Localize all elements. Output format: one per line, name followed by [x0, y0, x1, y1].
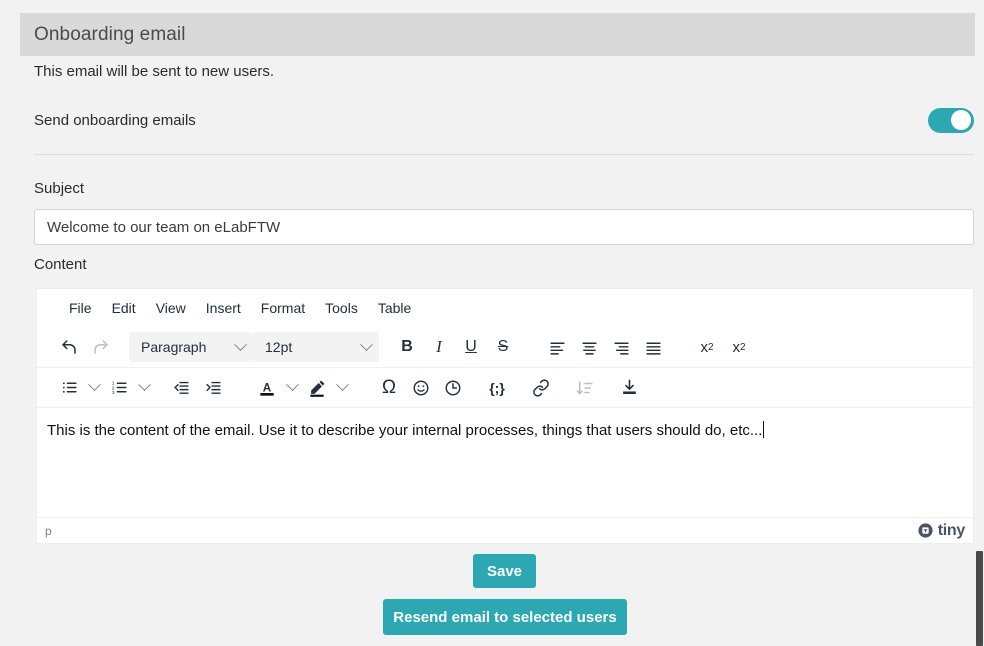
bullet-list-icon[interactable] [53, 373, 85, 403]
special-character-icon[interactable]: Ω [373, 373, 405, 403]
text-color-chevron-down-icon[interactable] [283, 373, 301, 403]
menu-table[interactable]: Table [368, 296, 421, 320]
editor-menubar: File Edit View Insert Format Tools Table [37, 289, 973, 327]
content-label: Content [34, 256, 87, 273]
undo-icon[interactable] [53, 332, 85, 362]
element-path[interactable]: p [45, 524, 52, 538]
italic-icon[interactable]: I [423, 332, 455, 362]
editor-toolbar-row-2: 1 2 3 A Ω {;} [37, 367, 973, 407]
subscript-exponent: 2 [739, 341, 746, 353]
svg-text:A: A [263, 381, 272, 394]
menu-file[interactable]: File [59, 296, 102, 320]
settings-page: Onboarding email This email will be sent… [0, 0, 984, 646]
tiny-branding-logo[interactable]: tiny [917, 522, 965, 540]
subject-label: Subject [34, 180, 85, 197]
align-left-icon[interactable] [541, 332, 573, 362]
text-caret [763, 421, 765, 438]
menu-view[interactable]: View [146, 296, 196, 320]
numbered-list-icon[interactable]: 1 2 3 [103, 373, 135, 403]
align-center-icon[interactable] [573, 332, 605, 362]
chevron-down-icon [360, 337, 373, 351]
tiny-logo-text: tiny [937, 521, 966, 539]
intro-description: This email will be sent to new users. [34, 63, 275, 80]
page-scrollbar-track[interactable] [975, 0, 984, 646]
font-size-select[interactable]: 12pt [253, 332, 379, 362]
underline-icon[interactable]: U [455, 332, 487, 362]
save-icon[interactable] [613, 373, 645, 403]
indent-icon[interactable] [197, 373, 229, 403]
subject-input[interactable] [34, 209, 974, 245]
font-size-value: 12pt [265, 339, 293, 355]
outdent-icon[interactable] [165, 373, 197, 403]
text-color-icon[interactable]: A [251, 373, 283, 403]
strikethrough-icon[interactable]: S [487, 332, 519, 362]
page-title: Onboarding email [34, 23, 186, 45]
align-justify-icon[interactable] [637, 332, 669, 362]
resend-email-button[interactable]: Resend email to selected users [383, 599, 627, 635]
align-right-icon[interactable] [605, 332, 637, 362]
superscript-base: x [700, 338, 708, 356]
highlight-pen-icon[interactable] [301, 373, 333, 403]
save-button[interactable]: Save [473, 554, 536, 588]
bold-icon[interactable]: B [391, 332, 423, 362]
redo-icon[interactable] [85, 332, 117, 362]
sort-icon[interactable] [569, 373, 601, 403]
send-onboarding-emails-row: Send onboarding emails [34, 107, 974, 133]
editor-content-area[interactable]: This is the content of the email. Use it… [37, 407, 973, 517]
bullet-list-chevron-down-icon[interactable] [85, 373, 103, 403]
toggle-knob [951, 110, 971, 130]
section-divider [34, 154, 974, 155]
block-format-value: Paragraph [141, 339, 207, 355]
chevron-down-icon [234, 337, 247, 351]
clock-icon[interactable] [437, 373, 469, 403]
highlight-color-chevron-down-icon[interactable] [333, 373, 351, 403]
send-onboarding-emails-label: Send onboarding emails [34, 111, 196, 129]
superscript-exponent: 2 [707, 341, 714, 353]
menu-tools[interactable]: Tools [315, 296, 368, 320]
subscript-icon[interactable]: x2 [723, 332, 755, 362]
block-format-select[interactable]: Paragraph [129, 332, 253, 362]
numbered-list-chevron-down-icon[interactable] [135, 373, 153, 403]
panel-header: Onboarding email [20, 13, 984, 56]
superscript-icon[interactable]: x2 [691, 332, 723, 362]
editor-statusbar: p tiny [37, 517, 973, 543]
subscript-base: x [732, 338, 740, 356]
tiny-logo-mark [918, 523, 933, 538]
rich-text-editor: File Edit View Insert Format Tools Table [36, 288, 974, 544]
send-onboarding-emails-toggle[interactable] [928, 107, 974, 133]
menu-edit[interactable]: Edit [102, 296, 146, 320]
svg-text:3: 3 [111, 390, 114, 396]
editor-toolbar-row-1: Paragraph 12pt B I U S x 2 x 2 [37, 327, 973, 367]
page-scrollbar-thumb[interactable] [976, 551, 983, 646]
menu-insert[interactable]: Insert [196, 296, 251, 320]
source-code-icon[interactable]: {;} [481, 373, 513, 403]
menu-format[interactable]: Format [251, 296, 315, 320]
editor-body-text: This is the content of the email. Use it… [47, 422, 763, 439]
emoji-icon[interactable] [405, 373, 437, 403]
link-icon[interactable] [525, 373, 557, 403]
